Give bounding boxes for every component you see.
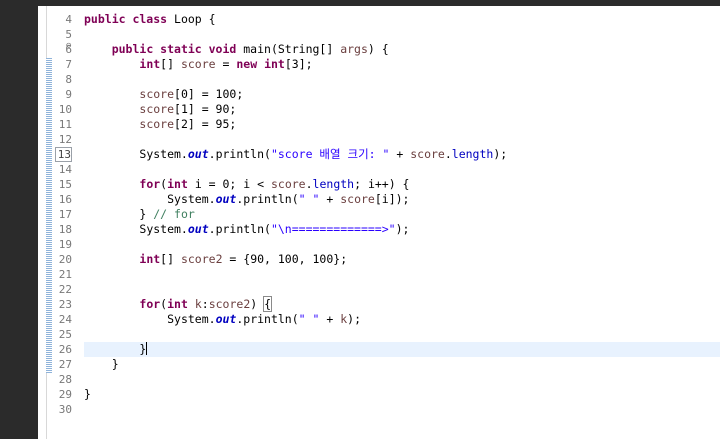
code-line: System.out.println("score 배열 크기: " + sco… (139, 147, 508, 161)
line-number: 26 (58, 343, 72, 356)
line-number: 13 (55, 147, 72, 162)
code-line: } // for (139, 207, 195, 221)
line-number: 4 (65, 13, 72, 26)
line-number: 10 (58, 103, 72, 116)
current-line: } (84, 342, 720, 357)
code-area[interactable]: public class Loop { public static void m… (84, 6, 720, 439)
code-line: } (84, 387, 91, 401)
line-number: 20 (58, 253, 72, 266)
matching-bracket-highlight: { (263, 296, 273, 312)
code-line: int[] score2 = {90, 100, 100}; (139, 252, 348, 266)
line-number: 22 (58, 283, 72, 296)
line-number: 21 (58, 268, 72, 281)
code-line: int[] score = new int[3]; (139, 57, 313, 71)
line-number: 11 (58, 118, 72, 131)
line-number: 30 (58, 403, 72, 416)
line-number: 18 (58, 223, 72, 236)
line-number: 9 (65, 88, 72, 101)
line-number: 28 (58, 373, 72, 386)
code-line: score[1] = 90; (139, 102, 237, 116)
line-number-gutter: 4 5 6 7 8 9 10 11 12 13 14 15 16 17 18 19 20 21 22 23 24 25 26… (47, 6, 83, 439)
code-editor[interactable]: 4 5 6 7 8 9 10 11 12 13 14 15 16 17 18 19 20 21 22 23 24 25 26… (38, 6, 720, 439)
code-line: } (111, 357, 119, 371)
line-number: 17 (58, 208, 72, 221)
code-line: for(int k:score2) { (139, 296, 273, 312)
code-line: score[2] = 95; (139, 117, 237, 131)
line-number: 7 (65, 58, 72, 71)
line-number: 15 (58, 178, 72, 191)
line-number: 16 (58, 193, 72, 206)
line-number: 19 (58, 238, 72, 251)
line-number: 27 (58, 358, 72, 371)
window-left-border (0, 6, 38, 439)
line-number: 25 (58, 328, 72, 341)
code-line: System.out.println(" " + score[i]); (167, 192, 410, 206)
code-line: System.out.println(" " + k); (167, 312, 362, 326)
code-line: public static void main(String[] args) { (111, 42, 389, 56)
line-number: 12 (58, 133, 72, 146)
code-line: public class Loop { (84, 12, 216, 26)
text-cursor (146, 342, 148, 355)
code-line: System.out.println("\n=============>"); (139, 222, 410, 236)
code-line: score[0] = 100; (139, 87, 244, 101)
line-number: 23 (58, 298, 72, 311)
fold-collapse-icon[interactable]: ⊖ (66, 41, 71, 51)
code-line: for(int i = 0; i < score.length; i++) { (139, 177, 410, 191)
line-number: 24 (58, 313, 72, 326)
line-number: 29 (58, 388, 72, 401)
line-number: 8 (65, 73, 72, 86)
line-number: 5 (65, 28, 72, 41)
line-number: 14 (58, 163, 72, 176)
